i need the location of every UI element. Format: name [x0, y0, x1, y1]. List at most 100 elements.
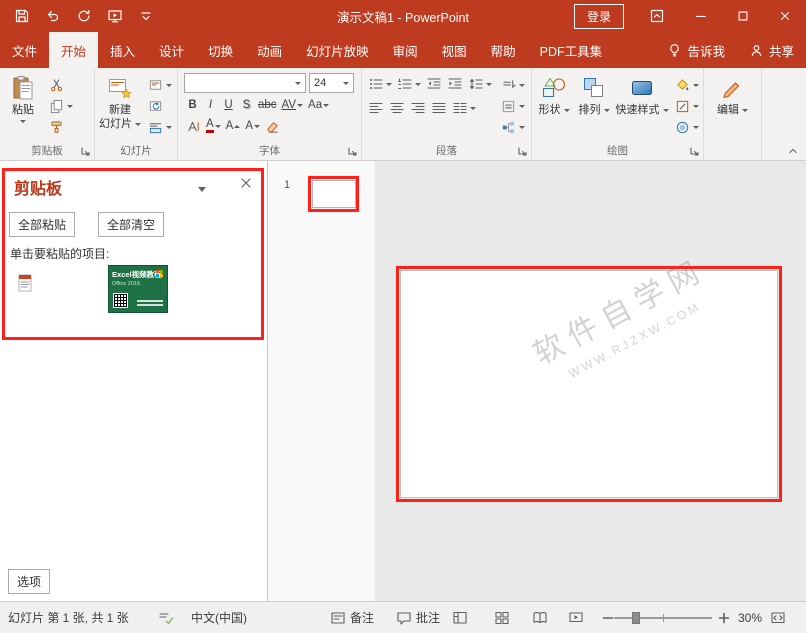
- tell-me-button[interactable]: 告诉我: [655, 32, 737, 68]
- tab-pdf-tools-label: PDF工具集: [540, 41, 603, 60]
- text-direction-button[interactable]: [499, 77, 527, 94]
- group-editing: 编辑: [704, 68, 762, 160]
- tab-home[interactable]: 开始: [49, 32, 98, 68]
- bold-button[interactable]: B: [184, 96, 201, 114]
- tab-insert[interactable]: 插入: [98, 32, 147, 68]
- tab-help[interactable]: 帮助: [479, 32, 528, 68]
- comments-button[interactable]: 批注: [396, 602, 440, 633]
- italic-button[interactable]: I: [202, 96, 219, 114]
- line-spacing-button[interactable]: [466, 75, 494, 93]
- customize-qat-icon[interactable]: [137, 7, 155, 25]
- tab-design[interactable]: 设计: [147, 32, 196, 68]
- format-painter-button[interactable]: [47, 119, 75, 136]
- font-dialog-launcher-icon[interactable]: [347, 146, 359, 158]
- spell-check-button[interactable]: [158, 602, 174, 633]
- clipboard-dialog-launcher-icon[interactable]: [80, 146, 92, 158]
- shape-effects-button[interactable]: [673, 119, 701, 136]
- new-slide-button[interactable]: 新建 幻灯片: [97, 72, 143, 144]
- shape-outline-button[interactable]: [673, 98, 701, 115]
- tab-slideshow[interactable]: 幻灯片放映: [294, 32, 381, 68]
- slide-sorter-button[interactable]: [494, 602, 510, 633]
- sign-in-button[interactable]: 登录: [574, 4, 624, 29]
- ribbon-display-options-icon[interactable]: [648, 7, 666, 25]
- language-indicator[interactable]: 中文(中国): [191, 602, 247, 633]
- tab-animations[interactable]: 动画: [245, 32, 294, 68]
- lightbulb-icon: [667, 43, 682, 58]
- clear-formatting-button[interactable]: [263, 117, 282, 135]
- decrease-indent-button[interactable]: [424, 75, 444, 93]
- pane-menu-icon[interactable]: [198, 181, 206, 195]
- convert-to-smartart-button[interactable]: [499, 119, 527, 136]
- pane-close-icon[interactable]: [238, 175, 256, 193]
- zoom-slider-handle[interactable]: [632, 612, 640, 624]
- paste-label: 粘贴: [12, 104, 34, 118]
- close-button[interactable]: [764, 0, 806, 32]
- tab-design-label: 设计: [159, 41, 184, 60]
- align-center-button[interactable]: [387, 99, 407, 117]
- slide-canvas[interactable]: [400, 270, 778, 498]
- clipboard-item-thumbnail[interactable]: Excel视频教程 Office 2016: [108, 265, 168, 313]
- justify-button[interactable]: [429, 99, 449, 117]
- paste-all-button[interactable]: 全部粘贴: [9, 212, 75, 237]
- reading-view-button[interactable]: [532, 602, 548, 633]
- arrange-button[interactable]: 排列: [574, 72, 614, 144]
- shape-fill-button[interactable]: [673, 77, 701, 94]
- tab-pdf-tools[interactable]: PDF工具集: [528, 32, 615, 68]
- options-button[interactable]: 选项: [8, 569, 50, 594]
- font-color-button[interactable]: A: [204, 117, 223, 135]
- minimize-button[interactable]: [680, 0, 722, 32]
- collapse-ribbon-icon[interactable]: [787, 145, 799, 157]
- redo-icon[interactable]: [75, 7, 93, 25]
- tab-transitions[interactable]: 切换: [196, 32, 245, 68]
- align-right-button[interactable]: [408, 99, 428, 117]
- strikethrough-button[interactable]: abc: [256, 96, 279, 114]
- numbering-button[interactable]: [395, 75, 423, 93]
- slideshow-view-button[interactable]: [568, 602, 584, 633]
- align-left-button[interactable]: [366, 99, 386, 117]
- drawing-dialog-launcher-icon[interactable]: [689, 146, 701, 158]
- share-button[interactable]: 共享: [737, 32, 806, 68]
- font-size-select[interactable]: 24: [309, 73, 354, 93]
- zoom-level[interactable]: 30%: [738, 602, 762, 633]
- tab-view[interactable]: 视图: [430, 32, 479, 68]
- clipboard-item[interactable]: Excel视频教程 Office 2016: [0, 261, 267, 319]
- change-case-button[interactable]: Aa: [306, 96, 331, 114]
- zoom-in-button[interactable]: [716, 602, 732, 633]
- columns-button[interactable]: [450, 99, 478, 117]
- notes-button[interactable]: 备注: [330, 602, 374, 633]
- tab-review[interactable]: 审阅: [381, 32, 430, 68]
- maximize-button[interactable]: [722, 0, 764, 32]
- section-button[interactable]: [146, 119, 174, 136]
- text-shadow-button[interactable]: S: [238, 96, 255, 114]
- slide-thumbnail[interactable]: [312, 180, 356, 208]
- cut-button[interactable]: [47, 77, 75, 94]
- editing-button[interactable]: 编辑: [710, 72, 756, 144]
- zoom-slider[interactable]: [614, 617, 712, 619]
- bullets-button[interactable]: [366, 75, 394, 93]
- paste-button[interactable]: 粘贴: [2, 72, 44, 144]
- grow-font-button[interactable]: A: [224, 117, 243, 135]
- save-icon[interactable]: [13, 7, 31, 25]
- undo-icon[interactable]: [44, 7, 62, 25]
- increase-indent-button[interactable]: [445, 75, 465, 93]
- underline-button[interactable]: U: [220, 96, 237, 114]
- clipboard-item-app-icon: [16, 273, 34, 293]
- reset-slide-button[interactable]: [146, 98, 174, 115]
- quick-styles-button[interactable]: 快速样式: [614, 72, 670, 144]
- paragraph-dialog-launcher-icon[interactable]: [517, 146, 529, 158]
- start-slideshow-icon[interactable]: [106, 7, 124, 25]
- normal-view-button[interactable]: [452, 602, 468, 633]
- character-spacing-button[interactable]: AV: [280, 96, 306, 114]
- phonetic-guide-button[interactable]: [184, 117, 203, 135]
- font-name-select[interactable]: [184, 73, 306, 93]
- tab-file[interactable]: 文件: [0, 32, 49, 68]
- clear-all-button[interactable]: 全部清空: [98, 212, 164, 237]
- fit-to-window-button[interactable]: [770, 602, 786, 633]
- slide-layout-button[interactable]: [146, 77, 174, 94]
- scissors-icon: [49, 78, 64, 93]
- copy-button[interactable]: [47, 98, 75, 115]
- align-text-button[interactable]: [499, 98, 527, 115]
- shrink-font-button[interactable]: A: [243, 117, 262, 135]
- shapes-button[interactable]: 形状: [534, 72, 574, 144]
- share-label: 共享: [769, 41, 794, 60]
